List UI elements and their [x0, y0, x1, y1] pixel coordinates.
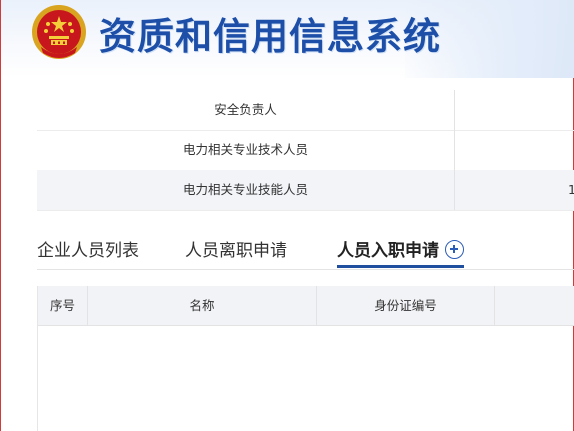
onboarding-table: 序号 名称 身份证编号: [37, 286, 574, 431]
national-emblem-icon: [32, 5, 86, 59]
tab-staff-onboarding[interactable]: 人员入职申请: [337, 236, 464, 268]
column-header-id-number: 身份证编号: [316, 286, 494, 325]
column-header-index: 序号: [49, 298, 75, 313]
app-header: 资质和信用信息系统: [1, 0, 574, 78]
system-title: 资质和信用信息系统: [99, 14, 441, 58]
column-header-name: 名称: [87, 286, 316, 325]
table-header: 序号 名称 身份证编号: [38, 286, 574, 326]
tab-enterprise-staff-list[interactable]: 企业人员列表: [37, 236, 139, 268]
add-circle-icon[interactable]: [445, 239, 464, 259]
row-value: [454, 90, 574, 130]
table-row: 安全负责人: [37, 90, 574, 131]
table-row: 电力相关专业技术人员: [37, 130, 574, 171]
table-row: 电力相关专业技能人员 1: [37, 170, 574, 211]
row-label: 安全负责人: [214, 102, 277, 117]
personnel-tabs: 企业人员列表 人员离职申请 人员入职申请: [37, 236, 574, 270]
tab-staff-resignation[interactable]: 人员离职申请: [185, 236, 287, 268]
tab-label: 企业人员列表: [37, 241, 139, 261]
row-value: 1: [454, 170, 574, 210]
tabs-divider: [37, 269, 574, 270]
tab-label: 人员入职申请: [337, 241, 439, 261]
column-header-extra: [494, 286, 574, 325]
tab-label: 人员离职申请: [185, 241, 287, 261]
row-label: 电力相关专业技术人员: [182, 142, 308, 157]
row-label: 电力相关专业技能人员: [182, 182, 308, 197]
row-value: [454, 130, 574, 170]
